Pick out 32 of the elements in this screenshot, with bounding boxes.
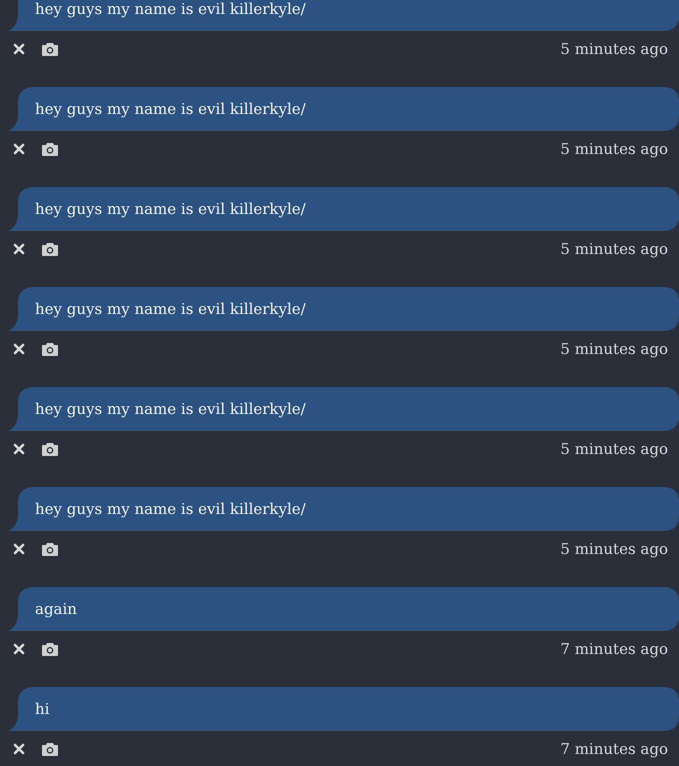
camera-icon[interactable]: [42, 142, 58, 156]
close-icon[interactable]: [13, 43, 25, 55]
message-text: hey guys my name is evil killerkyle/: [35, 200, 306, 218]
message-text: hey guys my name is evil killerkyle/: [35, 0, 306, 18]
message-text: hey guys my name is evil killerkyle/: [35, 300, 306, 318]
camera-icon[interactable]: [42, 442, 58, 456]
timestamp: 7 minutes ago: [560, 740, 668, 758]
close-icon[interactable]: [13, 343, 25, 355]
timestamp: 5 minutes ago: [560, 140, 668, 158]
close-icon[interactable]: [13, 443, 25, 455]
timestamp: 5 minutes ago: [560, 540, 668, 558]
camera-icon[interactable]: [42, 42, 58, 56]
camera-icon[interactable]: [42, 642, 58, 656]
message-text: hey guys my name is evil killerkyle/: [35, 400, 306, 418]
close-icon[interactable]: [13, 743, 25, 755]
timestamp: 5 minutes ago: [560, 240, 668, 258]
timestamp: 5 minutes ago: [560, 340, 668, 358]
close-icon[interactable]: [13, 243, 25, 255]
camera-icon[interactable]: [42, 742, 58, 756]
timestamp: 5 minutes ago: [560, 40, 668, 58]
camera-icon[interactable]: [42, 242, 58, 256]
message-text: hey guys my name is evil killerkyle/: [35, 500, 306, 518]
camera-icon[interactable]: [42, 342, 58, 356]
timestamp: 5 minutes ago: [560, 440, 668, 458]
message-text: hey guys my name is evil killerkyle/: [35, 100, 306, 118]
camera-icon[interactable]: [42, 542, 58, 556]
close-icon[interactable]: [13, 543, 25, 555]
message-text: hi: [35, 700, 50, 718]
close-icon[interactable]: [13, 643, 25, 655]
close-icon[interactable]: [13, 143, 25, 155]
message-text: again: [35, 600, 77, 618]
timestamp: 7 minutes ago: [560, 640, 668, 658]
